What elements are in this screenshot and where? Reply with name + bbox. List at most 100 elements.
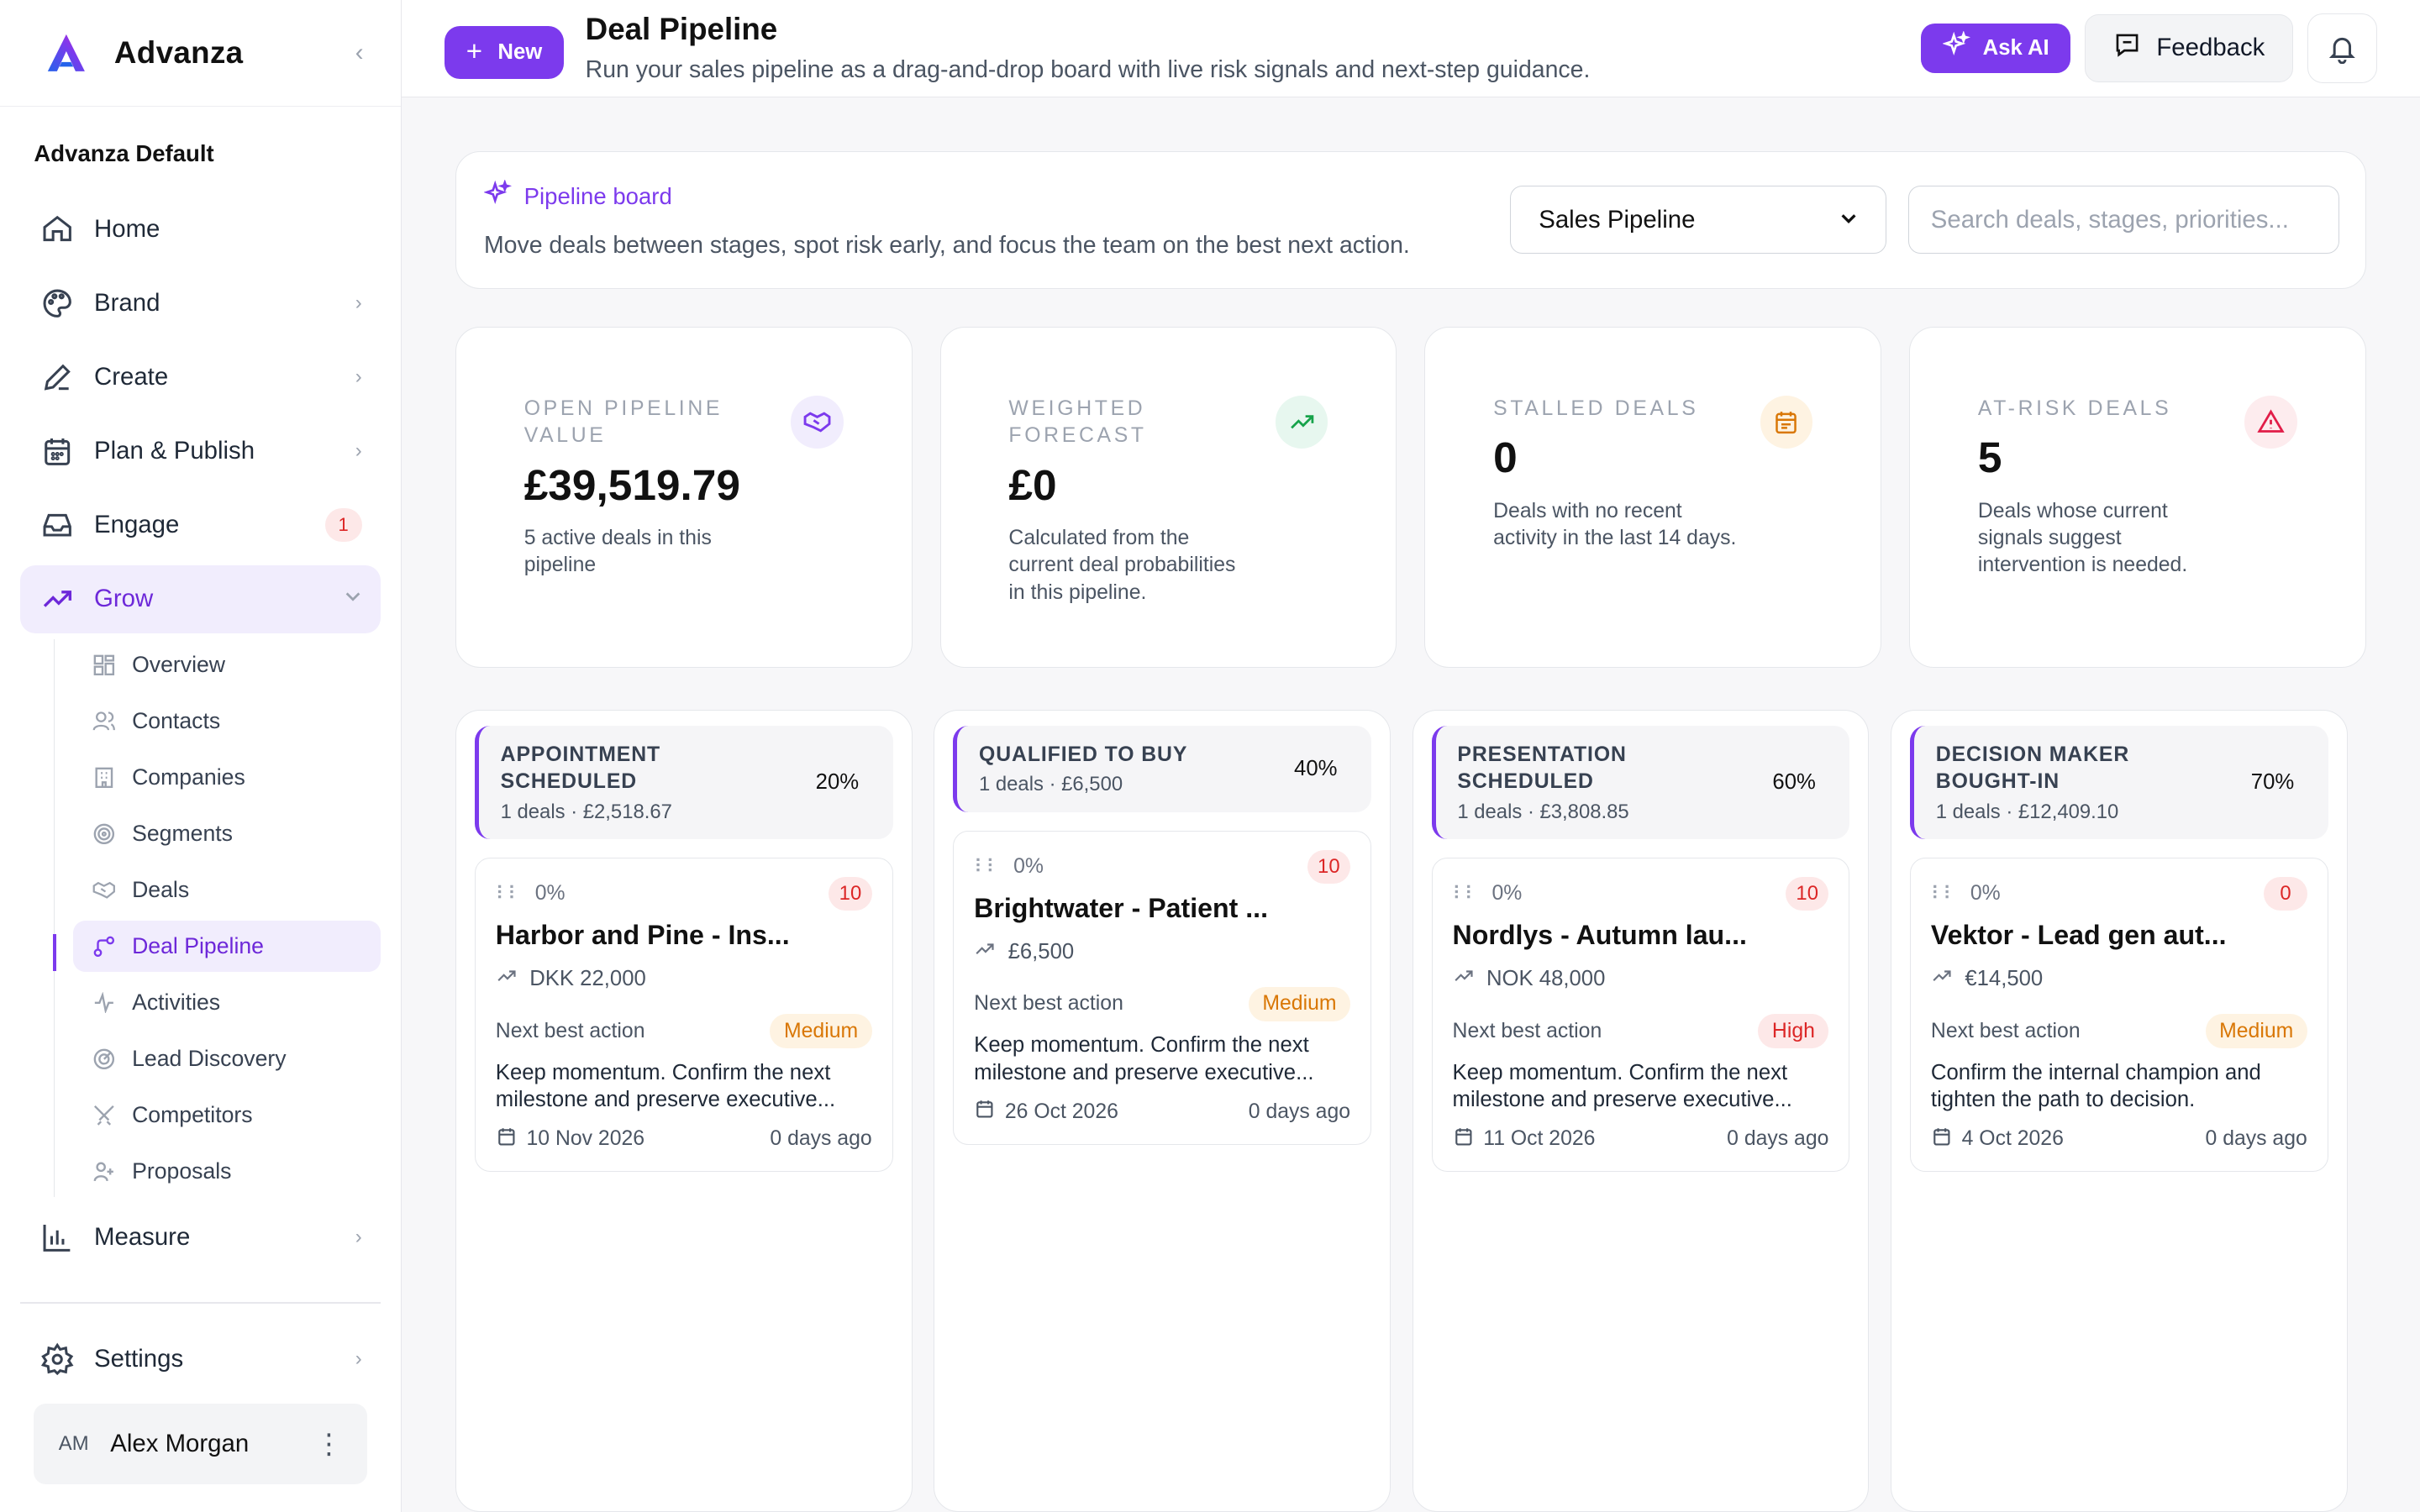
- pipeline-select[interactable]: Sales Pipeline: [1510, 186, 1887, 255]
- column-title: PRESENTATION SCHEDULED: [1457, 743, 1627, 793]
- collapse-sidebar-icon[interactable]: ‹: [355, 39, 364, 67]
- pen-icon: [39, 359, 76, 396]
- sidebar-item-brand[interactable]: Brand ›: [20, 269, 381, 337]
- sidebar-item-label: Engage: [94, 511, 180, 539]
- column-meta: 1 deals · £6,500: [979, 773, 1123, 796]
- chevron-right-icon: ›: [355, 439, 362, 463]
- chevron-right-icon: ›: [355, 291, 362, 314]
- deal-card[interactable]: ⠇⠇ 0% 10 Nordlys - Autumn lau... NOK 48,…: [1431, 857, 1850, 1173]
- column-title: APPOINTMENT SCHEDULED: [500, 743, 661, 793]
- radar-icon: [92, 1047, 116, 1071]
- new-button[interactable]: + New: [445, 26, 564, 79]
- sidebar-item-label: Measure: [94, 1222, 191, 1251]
- stat-open-pipeline: OPEN PIPELINE VALUE £39,519.79 5 active …: [455, 327, 913, 669]
- next-best-action-label: Next best action: [1930, 1019, 2081, 1042]
- sidebar-item-label: Plan & Publish: [94, 437, 255, 465]
- sidebar-item-settings[interactable]: Settings ›: [20, 1325, 381, 1393]
- stat-at-risk-deals: AT-RISK DEALS 5 Deals whose current sign…: [1909, 327, 2366, 669]
- stat-label: OPEN PIPELINE VALUE: [523, 397, 723, 448]
- sidebar-item-deals[interactable]: Deals: [73, 864, 380, 916]
- deal-name[interactable]: Nordlys - Autumn lau...: [1453, 920, 1829, 951]
- stat-description: 5 active deals in this pipeline: [523, 527, 712, 577]
- more-vertical-icon[interactable]: ⋮: [315, 1427, 343, 1461]
- drag-handle-icon[interactable]: ⠇⠇: [1453, 883, 1478, 905]
- sidebar-item-proposals[interactable]: Proposals: [73, 1146, 380, 1197]
- stat-stalled-deals: STALLED DEALS 0 Deals with no recent act…: [1424, 327, 1881, 669]
- sidebar-item-lead-discovery[interactable]: Lead Discovery: [73, 1033, 380, 1084]
- content: Pipeline board Move deals between stages…: [402, 97, 2420, 1512]
- users-icon: [92, 709, 116, 733]
- pipeline-column[interactable]: QUALIFIED TO BUY 1 deals · £6,500 40% ⠇⠇…: [934, 709, 1391, 1512]
- handshake-icon: [92, 878, 116, 902]
- sidebar-item-activities[interactable]: Activities: [73, 977, 380, 1028]
- pipeline-column[interactable]: DECISION MAKER BOUGHT-IN 1 deals · £12,4…: [1891, 709, 2348, 1512]
- deal-card[interactable]: ⠇⠇ 0% 10 Harbor and Pine - Ins... DKK 22…: [474, 857, 893, 1173]
- sub-item-label: Deal Pipeline: [132, 933, 264, 959]
- pipeline-column[interactable]: APPOINTMENT SCHEDULED 1 deals · £2,518.6…: [455, 709, 913, 1512]
- next-best-action-text: Keep momentum. Confirm the next mileston…: [974, 1033, 1314, 1084]
- deal-card[interactable]: ⠇⠇ 0% 10 Brightwater - Patient ... £6,50…: [953, 830, 1371, 1146]
- sub-item-label: Proposals: [132, 1158, 232, 1184]
- sidebar-item-contacts[interactable]: Contacts: [73, 696, 380, 747]
- column-header: QUALIFIED TO BUY 1 deals · £6,500 40%: [953, 726, 1371, 812]
- sidebar-item-engage[interactable]: Engage 1: [20, 491, 381, 559]
- chevron-right-icon: ›: [355, 1347, 362, 1370]
- last-activity: 0 days ago: [770, 1126, 872, 1150]
- column-header: APPOINTMENT SCHEDULED 1 deals · £2,518.6…: [474, 726, 893, 839]
- pipeline-board-header: Pipeline board Move deals between stages…: [455, 151, 2366, 289]
- sidebar-header: Advanza ‹: [0, 0, 401, 107]
- deal-name[interactable]: Harbor and Pine - Ins...: [496, 920, 872, 951]
- sidebar-item-plan-publish[interactable]: Plan & Publish ›: [20, 417, 381, 486]
- search-input[interactable]: [1908, 186, 2339, 255]
- sidebar-nav: Home Brand › Create › Plan & Publish › E…: [0, 189, 401, 1278]
- workspace-name[interactable]: Advanza Default: [0, 107, 401, 189]
- deal-card[interactable]: ⠇⠇ 0% 0 Vektor - Lead gen aut... €14,500…: [1910, 857, 2328, 1173]
- sidebar-item-companies[interactable]: Companies: [73, 752, 380, 803]
- sidebar-item-segments[interactable]: Segments: [73, 808, 380, 859]
- drag-handle-icon[interactable]: ⠇⠇: [1931, 883, 1956, 905]
- advanza-logo-icon: [47, 34, 86, 71]
- stat-description: Deals whose current signals suggest inte…: [1977, 499, 2188, 577]
- close-date: 26 Oct 2026: [1004, 1100, 1118, 1123]
- column-meta: 1 deals · £2,518.67: [500, 800, 672, 823]
- pipeline-column[interactable]: PRESENTATION SCHEDULED 1 deals · £3,808.…: [1412, 709, 1870, 1512]
- sidebar-item-deal-pipeline[interactable]: Deal Pipeline: [73, 921, 381, 972]
- trend-icon: [39, 580, 76, 617]
- user-name: Alex Morgan: [110, 1430, 250, 1458]
- feedback-button[interactable]: Feedback: [2084, 13, 2294, 82]
- risk-score-badge: 10: [1307, 849, 1351, 885]
- sidebar-item-competitors[interactable]: Competitors: [73, 1089, 380, 1141]
- sub-item-label: Companies: [132, 764, 245, 790]
- deal-name[interactable]: Brightwater - Patient ...: [974, 893, 1350, 924]
- trend-icon: [974, 938, 996, 966]
- last-activity: 0 days ago: [1727, 1126, 1829, 1150]
- sidebar-item-measure[interactable]: Measure ›: [20, 1203, 381, 1271]
- sub-item-label: Contacts: [132, 707, 221, 733]
- deal-name[interactable]: Vektor - Lead gen aut...: [1931, 920, 2307, 951]
- column-probability: 40%: [1294, 756, 1338, 780]
- sidebar-item-grow[interactable]: Grow: [19, 564, 381, 633]
- trend-up-icon: [1276, 396, 1328, 449]
- grow-subnav: Overview Contacts Companies Segments Dea…: [53, 639, 381, 1198]
- notifications-button[interactable]: [2307, 13, 2377, 83]
- sub-item-label: Activities: [132, 990, 221, 1016]
- palette-icon: [39, 285, 76, 322]
- close-date: 4 Oct 2026: [1961, 1126, 2064, 1150]
- calendar-icon: [496, 1126, 518, 1153]
- ask-ai-label: Ask AI: [1982, 35, 2049, 60]
- drag-handle-icon[interactable]: ⠇⠇: [496, 883, 521, 905]
- sidebar-item-create[interactable]: Create ›: [20, 344, 381, 412]
- sidebar-item-overview[interactable]: Overview: [73, 639, 380, 690]
- sidebar-item-home[interactable]: Home: [20, 195, 381, 263]
- target-icon: [92, 822, 116, 846]
- column-title: DECISION MAKER BOUGHT-IN: [1935, 743, 2130, 793]
- user-menu[interactable]: AM Alex Morgan ⋮: [34, 1404, 368, 1484]
- drag-handle-icon[interactable]: ⠇⠇: [974, 856, 999, 878]
- stat-weighted-forecast: WEIGHTED FORECAST £0 Calculated from the…: [939, 327, 1397, 669]
- ask-ai-button[interactable]: Ask AI: [1921, 24, 2071, 73]
- sub-item-label: Deals: [132, 877, 190, 903]
- priority-badge: High: [1758, 1014, 1829, 1048]
- pipeline-icon: [92, 934, 116, 958]
- column-header: PRESENTATION SCHEDULED 1 deals · £3,808.…: [1431, 726, 1850, 839]
- deal-amount: DKK 22,000: [529, 966, 646, 990]
